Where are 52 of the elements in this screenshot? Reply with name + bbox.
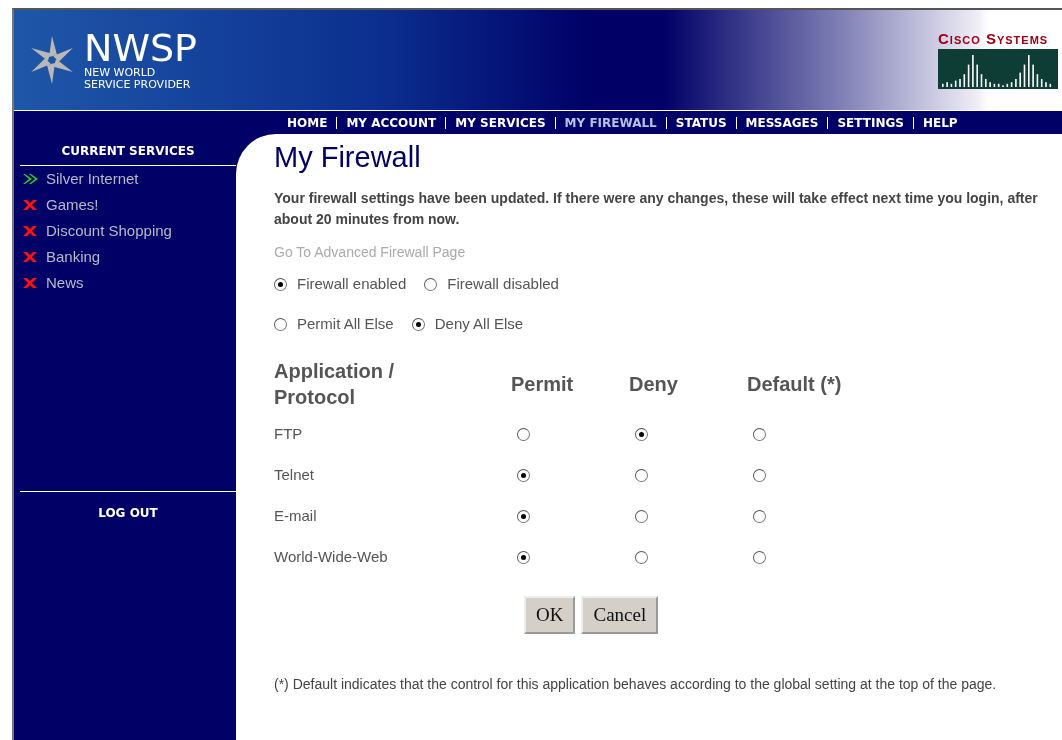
logout-link[interactable]: LOG OUT <box>98 506 158 520</box>
nav-link[interactable]: MESSAGES <box>735 116 828 129</box>
radio-button[interactable] <box>753 468 766 482</box>
nav-link[interactable]: MY FIREWALL <box>554 116 666 129</box>
service-label: Banking <box>46 246 101 267</box>
row-label: E-mail <box>274 506 318 527</box>
column-header: Default (*) <box>747 371 843 397</box>
bridge-logo-icon <box>938 49 1058 89</box>
radio-button[interactable] <box>517 550 530 564</box>
logo-title: NWSP <box>84 29 198 68</box>
radio-button[interactable] <box>753 427 766 441</box>
radio-button[interactable] <box>424 277 438 291</box>
nav-link[interactable]: MY SERVICES <box>445 116 555 129</box>
column-header: Deny <box>629 371 679 397</box>
radio-label: Firewall disabled <box>447 273 559 294</box>
radio-label: Firewall enabled <box>297 273 407 294</box>
row-label: World-Wide-Web <box>274 547 389 568</box>
nav-link[interactable]: SETTINGS <box>827 116 913 129</box>
service-label: Games! <box>46 194 99 215</box>
nav-link[interactable]: STATUS <box>665 116 736 129</box>
radio-button[interactable] <box>753 509 766 523</box>
row-label: Telnet <box>274 465 316 486</box>
service-label: Silver Internet <box>46 168 139 189</box>
page-title: My Firewall <box>274 142 422 174</box>
radio-button[interactable] <box>635 427 648 441</box>
radio-button[interactable] <box>635 550 648 564</box>
nav-link[interactable]: HELP <box>912 116 967 129</box>
radio-button[interactable] <box>753 550 766 564</box>
service-label: Discount Shopping <box>46 220 172 241</box>
radio-button[interactable] <box>411 318 425 332</box>
radio-button[interactable] <box>274 277 287 291</box>
radio-button[interactable] <box>517 509 530 523</box>
radio-button[interactable] <box>517 468 530 482</box>
nav-link[interactable]: HOME <box>278 116 337 129</box>
radio-label: Permit All Else <box>297 314 394 335</box>
column-header: Application / Protocol <box>274 358 395 410</box>
cancel-button[interactable]: Cancel <box>581 595 659 634</box>
row-label: FTP <box>274 424 304 445</box>
radio-label: Deny All Else <box>434 314 524 335</box>
radio-button[interactable] <box>635 509 648 523</box>
footnote: (*) Default indicates that the control for this application behaves according to the global setting at the top of the page. <box>274 674 998 694</box>
radio-button[interactable] <box>635 468 648 482</box>
nav-link[interactable]: MY ACCOUNT <box>336 116 446 129</box>
logo-subtitle: SERVICE PROVIDER <box>84 79 192 91</box>
service-label: News <box>46 272 84 293</box>
radio-button[interactable] <box>274 318 287 332</box>
column-header: Permit <box>511 371 575 397</box>
status-message: Your firewall settings have been updated. If there were any changes, these will take effect next time you login, after about 20 minutes from now. <box>274 188 1039 229</box>
radio-button[interactable] <box>517 427 530 441</box>
ok-button[interactable]: OK <box>524 595 576 634</box>
partner-logo-text: Cisco Systems <box>938 31 1049 46</box>
logo-subtitle: NEW WORLD <box>84 67 157 79</box>
